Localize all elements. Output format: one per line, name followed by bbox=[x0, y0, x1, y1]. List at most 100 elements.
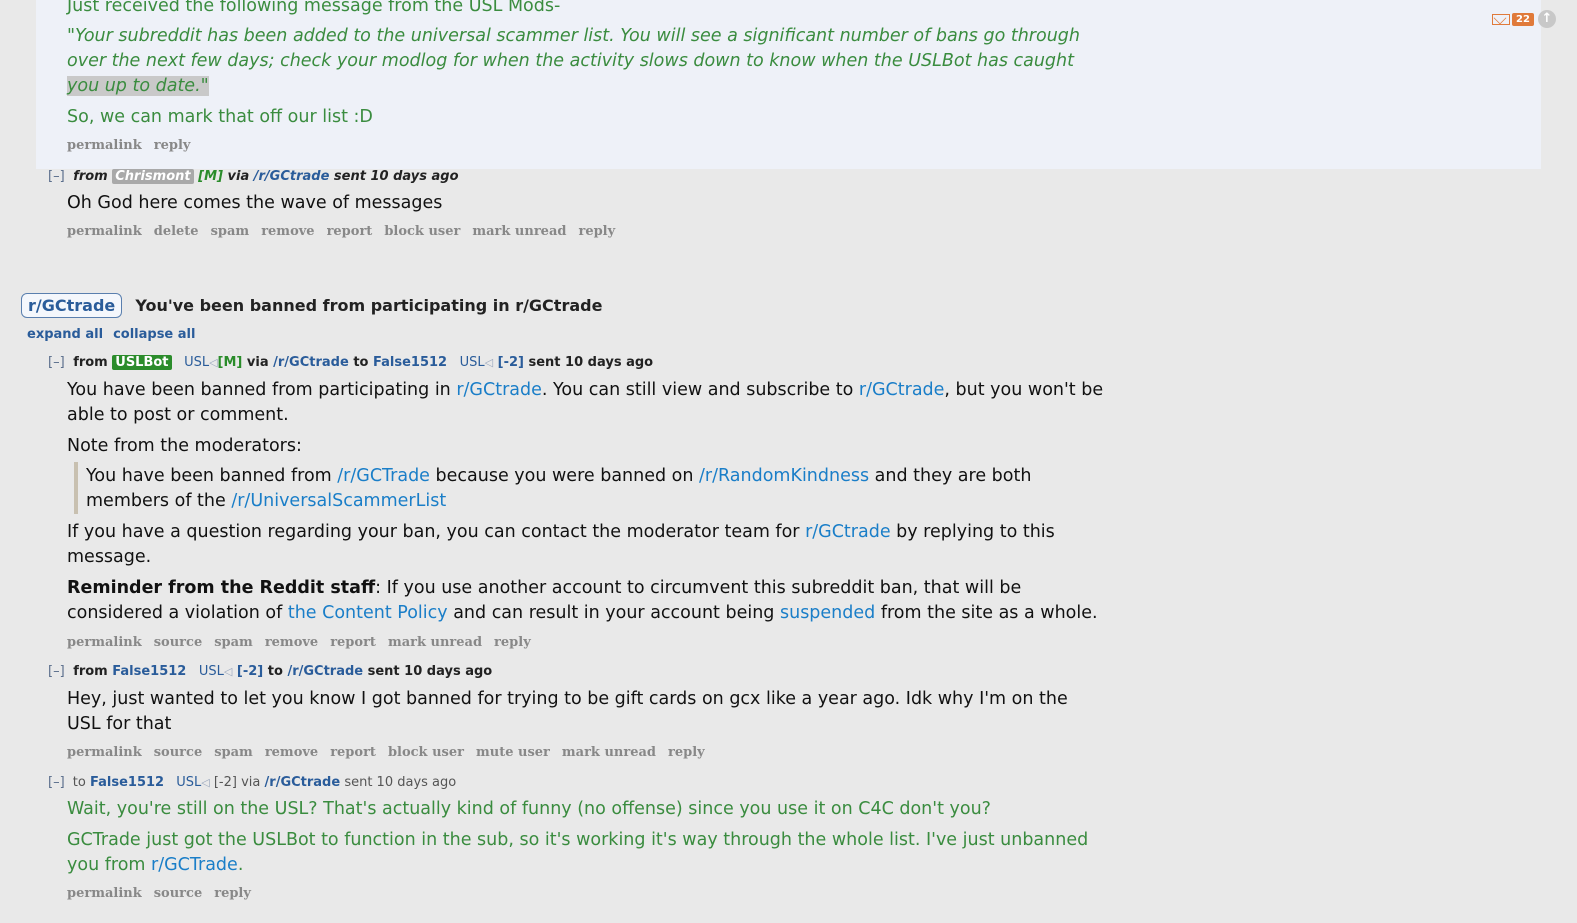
timestamp: sent 10 days ago bbox=[344, 775, 457, 790]
subreddit-link[interactable]: r/GCTrade bbox=[151, 855, 238, 875]
user-flair: USL bbox=[198, 664, 224, 679]
subreddit-link[interactable]: r/GCtrade bbox=[805, 522, 891, 542]
collapse-toggle[interactable]: [–] bbox=[48, 775, 65, 790]
text-span: because you were banned on bbox=[429, 466, 700, 486]
author-link[interactable]: Chrismont bbox=[112, 169, 194, 184]
permalink-link[interactable]: permalink bbox=[67, 745, 142, 760]
message-body-line: You have been banned from participating … bbox=[67, 380, 1103, 400]
remove-link[interactable]: remove bbox=[265, 745, 318, 760]
subreddit-link[interactable]: /r/GCTrade bbox=[337, 466, 430, 486]
reply-link[interactable]: reply bbox=[668, 745, 705, 760]
mark-unread-link[interactable]: mark unread bbox=[388, 635, 482, 650]
report-link[interactable]: report bbox=[327, 224, 373, 239]
message-body-line: GCTrade just got the USLBot to function … bbox=[67, 830, 1089, 850]
thread-title: You've been banned from participating in… bbox=[135, 296, 603, 315]
suspended-link[interactable]: suspended bbox=[780, 603, 875, 623]
author-link[interactable]: False1512 bbox=[112, 664, 186, 679]
arrow-up-circle-icon[interactable]: ↑ bbox=[1538, 10, 1556, 28]
permalink-link[interactable]: permalink bbox=[67, 224, 142, 239]
from-label: from bbox=[73, 355, 108, 370]
text-span: , but you won't be bbox=[944, 380, 1104, 400]
reply-link[interactable]: reply bbox=[214, 886, 251, 901]
block-user-link[interactable]: block user bbox=[388, 745, 464, 760]
message-body-line: you from r/GCTrade. bbox=[67, 855, 243, 875]
text-span: You have been banned from participating … bbox=[67, 380, 457, 400]
delete-link[interactable]: delete bbox=[154, 224, 199, 239]
subreddit-pill[interactable]: r/GCtrade bbox=[21, 293, 123, 318]
message-body-line: Wait, you're still on the USL? That's ac… bbox=[67, 799, 991, 819]
subreddit-link[interactable]: /r/GCtrade bbox=[287, 664, 363, 679]
subreddit-link[interactable]: /r/UniversalScammerList bbox=[231, 491, 446, 511]
collapse-toggle[interactable]: [–] bbox=[48, 355, 65, 370]
message-body-line: Just received the following message from… bbox=[67, 0, 561, 16]
remove-link[interactable]: remove bbox=[261, 224, 314, 239]
quote-line: you up to date." bbox=[67, 76, 209, 96]
mail-count-badge[interactable]: 22 bbox=[1512, 13, 1534, 26]
message-body-line: So, we can mark that off our list :D bbox=[67, 107, 373, 127]
text-span: If you have a question regarding your ba… bbox=[67, 522, 806, 542]
spam-link[interactable]: spam bbox=[211, 224, 250, 239]
source-link[interactable]: source bbox=[154, 745, 202, 760]
mod-tag: [M] bbox=[217, 355, 243, 370]
karma-score: [-2] bbox=[236, 664, 264, 679]
recipient-link[interactable]: False1512 bbox=[90, 775, 164, 790]
message-body-line: Reminder from the Reddit staff: If you u… bbox=[67, 578, 1021, 598]
message-actions: permalink source spam remove report mark unre… bbox=[67, 635, 543, 650]
envelope-icon[interactable] bbox=[1492, 14, 1510, 25]
mark-unread-link[interactable]: mark unread bbox=[472, 224, 566, 239]
reply-link[interactable]: reply bbox=[154, 138, 191, 153]
text-span: . bbox=[237, 855, 244, 875]
message-actions: permalink delete spam remove report block use… bbox=[67, 224, 627, 239]
text-span: You have been banned from bbox=[86, 466, 338, 486]
report-link[interactable]: report bbox=[330, 745, 376, 760]
blockquote-bar bbox=[74, 462, 78, 514]
spam-link[interactable]: spam bbox=[214, 745, 253, 760]
report-link[interactable]: report bbox=[330, 635, 376, 650]
collapse-all-link[interactable]: collapse all bbox=[113, 327, 195, 342]
text-span: considered a violation of bbox=[67, 603, 288, 623]
text-span: : If you use another account to circumve… bbox=[375, 578, 1022, 598]
source-link[interactable]: source bbox=[154, 886, 202, 901]
expand-all-link[interactable]: expand all bbox=[27, 327, 103, 342]
reply-link[interactable]: reply bbox=[578, 224, 615, 239]
subreddit-link[interactable]: /r/GCtrade bbox=[273, 355, 349, 370]
to-label: to bbox=[72, 775, 86, 790]
collapse-toggle[interactable]: [–] bbox=[48, 664, 65, 679]
quote-line: You have been banned from /r/GCTrade bec… bbox=[86, 466, 1031, 486]
spam-link[interactable]: spam bbox=[214, 635, 253, 650]
via-label: via bbox=[227, 169, 250, 184]
message-header: [–] from False1512 USL◁ [-2] to /r/GCtra… bbox=[48, 664, 492, 679]
subreddit-link[interactable]: r/GCtrade bbox=[456, 380, 542, 400]
remove-link[interactable]: remove bbox=[265, 635, 318, 650]
subreddit-link[interactable]: r/GCtrade bbox=[859, 380, 945, 400]
block-user-link[interactable]: block user bbox=[384, 224, 460, 239]
tag-icon: ◁ bbox=[209, 356, 218, 369]
permalink-link[interactable]: permalink bbox=[67, 635, 142, 650]
text-span: members of the bbox=[86, 491, 232, 511]
user-flair: USL bbox=[184, 355, 210, 370]
content-policy-link[interactable]: the Content Policy bbox=[288, 603, 448, 623]
mute-user-link[interactable]: mute user bbox=[476, 745, 550, 760]
via-label: via bbox=[246, 355, 269, 370]
recipient-link[interactable]: False1512 bbox=[373, 355, 447, 370]
source-link[interactable]: source bbox=[154, 635, 202, 650]
author-link[interactable]: USLBot bbox=[112, 355, 172, 370]
to-label: to bbox=[267, 664, 283, 679]
permalink-link[interactable]: permalink bbox=[67, 138, 142, 153]
thread-controls: expand all collapse all bbox=[27, 327, 195, 342]
mod-tag: [M] bbox=[198, 169, 223, 184]
permalink-link[interactable]: permalink bbox=[67, 886, 142, 901]
message-actions: permalink source spam remove report block use… bbox=[67, 745, 717, 760]
from-label: from bbox=[73, 169, 108, 184]
subreddit-link[interactable]: /r/GCtrade bbox=[254, 169, 330, 184]
user-flair: USL bbox=[176, 775, 202, 790]
reply-link[interactable]: reply bbox=[494, 635, 531, 650]
message-header: [–] from Chrismont [M] via /r/GCtrade se… bbox=[48, 169, 459, 184]
message-body-line: message. bbox=[67, 547, 152, 567]
mark-unread-link[interactable]: mark unread bbox=[562, 745, 656, 760]
subreddit-link[interactable]: /r/GCtrade bbox=[265, 775, 341, 790]
via-label: via bbox=[241, 775, 261, 790]
subreddit-link[interactable]: /r/RandomKindness bbox=[699, 466, 869, 486]
from-label: from bbox=[73, 664, 108, 679]
collapse-toggle[interactable]: [–] bbox=[48, 169, 65, 184]
